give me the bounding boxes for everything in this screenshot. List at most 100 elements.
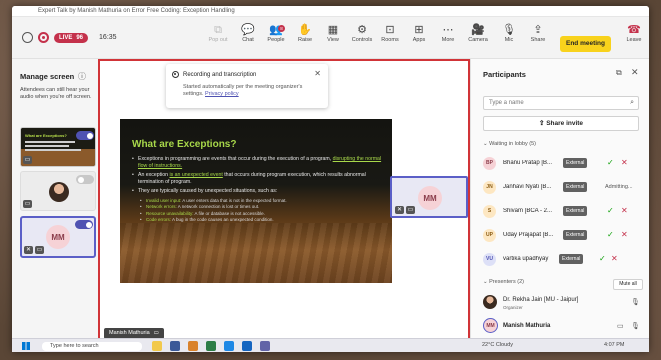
participant-search-input[interactable]: Type a name ⌕ bbox=[483, 96, 639, 110]
presenter-avatar: MM bbox=[46, 225, 70, 249]
taskbar-clock[interactable]: 4:07 PM bbox=[604, 342, 624, 348]
mini-slide-line bbox=[25, 141, 75, 143]
rooms-icon: ⊡ bbox=[385, 24, 395, 36]
thumbnail-toggle-off[interactable] bbox=[76, 175, 94, 184]
slide-sub-text: A network connection is lost or times ou… bbox=[176, 204, 260, 209]
presenter-row[interactable]: Dr. Rekha Jain [MU - Jaipur] Organizer 🎙 bbox=[483, 294, 643, 314]
mic-off-icon[interactable]: 🎙 bbox=[631, 298, 640, 306]
presenter-thumbnail[interactable]: MM ✕ ▭ bbox=[20, 216, 96, 258]
mic-button[interactable]: 🎙 Mic bbox=[494, 23, 524, 55]
thumbnail-toggle-on[interactable] bbox=[76, 131, 94, 140]
app-icon[interactable] bbox=[206, 341, 216, 351]
toolbar-button-label: More bbox=[441, 37, 455, 43]
app-icon[interactable] bbox=[152, 341, 162, 351]
live-label: LIVE bbox=[59, 34, 73, 41]
end-meeting-button[interactable]: End meeting bbox=[560, 36, 611, 52]
raise-hand-icon: ✋ bbox=[298, 24, 312, 36]
slide-sub-text: A user enters data that is not in the ex… bbox=[181, 197, 287, 203]
taskbar-search-input[interactable]: Type here to search bbox=[42, 342, 142, 351]
lobby-row[interactable]: JN Janhavi Nyati [B... External Admitting..… bbox=[483, 179, 643, 197]
teams-app-icon[interactable] bbox=[260, 341, 270, 351]
app-icon[interactable] bbox=[170, 341, 180, 351]
external-badge: External bbox=[563, 182, 588, 192]
manage-screen-panel: Manage screen ⓘ Attendees can still hear… bbox=[12, 59, 98, 345]
presenter-name: Dr. Rekha Jain [MU - Jaipur] bbox=[503, 297, 579, 303]
admit-icon[interactable]: ✓ bbox=[607, 230, 614, 239]
raise-button[interactable]: ✋ Raise bbox=[290, 23, 320, 55]
lobby-row[interactable]: UP Uday Prajapat [B... External ✓ ✕ bbox=[483, 227, 643, 245]
deny-icon[interactable]: ✕ bbox=[621, 230, 628, 239]
mute-all-button[interactable]: Mute all bbox=[613, 279, 643, 290]
deny-icon[interactable]: ✕ bbox=[621, 158, 628, 167]
admit-icon[interactable]: ✓ bbox=[607, 158, 614, 167]
screen-icon: ▭ bbox=[23, 156, 32, 164]
mic-off-icon: ✕ bbox=[24, 246, 33, 254]
slide-bullet: They are typically caused by unexpected … bbox=[132, 188, 384, 195]
view-button[interactable]: ▦ View bbox=[318, 23, 348, 55]
presenter-avatar: MM bbox=[483, 318, 498, 333]
mic-icon[interactable]: 🎙 bbox=[631, 322, 640, 330]
toolbar-button-label: Share bbox=[530, 37, 546, 43]
apps-button[interactable]: ⊞ Apps bbox=[404, 23, 434, 55]
info-icon[interactable]: ⓘ bbox=[78, 71, 86, 82]
weather-widget[interactable]: 22°C Cloudy bbox=[482, 342, 513, 348]
slide-bullet: Exceptions in programming are events tha… bbox=[132, 156, 384, 169]
close-icon[interactable]: ✕ bbox=[631, 67, 639, 78]
notification-title: Recording and transcription bbox=[183, 72, 257, 78]
more-button[interactable]: ⋯ More bbox=[433, 23, 463, 55]
deny-icon[interactable]: ✕ bbox=[611, 254, 618, 263]
presenter-name: Manish Mathuria bbox=[503, 323, 551, 329]
presenter-role: Organizer bbox=[503, 305, 523, 310]
people-button[interactable]: 👥 People 8 bbox=[261, 23, 291, 55]
shield-icon[interactable] bbox=[22, 32, 33, 43]
leave-button[interactable]: ☎ Leave bbox=[620, 23, 648, 55]
rooms-button[interactable]: ⊡ Rooms bbox=[375, 23, 405, 55]
lobby-row[interactable]: BP Bhanu Pratap [B... External ✓ ✕ bbox=[483, 155, 643, 173]
deny-icon[interactable]: ✕ bbox=[621, 206, 628, 215]
privacy-policy-link[interactable]: Privacy policy bbox=[205, 91, 239, 97]
lobby-row[interactable]: VU vartika upadhyay External ✓ ✕ bbox=[483, 251, 643, 269]
recording-icon[interactable] bbox=[38, 32, 49, 43]
participant-avatar: BP bbox=[483, 157, 496, 170]
screen-share-thumbnail[interactable]: What are Exceptions? ▭ bbox=[20, 127, 96, 167]
video-icon: ▭ bbox=[23, 200, 32, 208]
presenter-video-tile[interactable]: MM ✕ ▭ bbox=[390, 176, 468, 218]
camera-icon: 🎥 bbox=[471, 24, 485, 36]
teams-meeting-window: Expert Talk by Manish Mathuria on Error … bbox=[12, 6, 649, 352]
notification-badge: 8 bbox=[278, 25, 285, 32]
camera-button[interactable]: 🎥 Camera bbox=[463, 23, 493, 55]
toolbar-button-label: Controls bbox=[351, 37, 373, 43]
thumbnail-toggle-on[interactable] bbox=[75, 220, 93, 229]
slide-bullet-text: Exceptions in programming are events tha… bbox=[138, 156, 333, 162]
windows-start-icon[interactable] bbox=[22, 342, 30, 350]
slide-bullets: Exceptions in programming are events tha… bbox=[132, 156, 384, 224]
mic-off-icon: ✕ bbox=[395, 206, 404, 214]
toolbar-button-label: Pop out bbox=[208, 37, 228, 43]
external-badge: External bbox=[559, 254, 584, 264]
more-icon: ⋯ bbox=[442, 24, 454, 36]
presenters-section-header[interactable]: ⌄ Presenters (2) bbox=[483, 279, 524, 285]
presenter-row[interactable]: MM Manish Mathuria ▭ 🎙 bbox=[483, 318, 643, 338]
participant-avatar: UP bbox=[483, 229, 496, 242]
share-button[interactable]: ⇪ Share bbox=[523, 23, 553, 55]
pop-out-button[interactable]: ⧉ Pop out bbox=[203, 23, 233, 55]
live-badge[interactable]: LIVE 96 bbox=[54, 32, 89, 43]
slide-highlight: Code errors: bbox=[146, 217, 172, 222]
share-invite-button[interactable]: ⇪ Share invite bbox=[483, 116, 639, 131]
app-icon[interactable] bbox=[224, 341, 234, 351]
mic-off-icon: 🎙 bbox=[502, 24, 516, 36]
admit-icon[interactable]: ✓ bbox=[607, 206, 614, 215]
admit-icon[interactable]: ✓ bbox=[599, 254, 606, 263]
toolbar-button-label: Mic bbox=[504, 37, 514, 43]
pop-out-icon[interactable]: ⧉ bbox=[616, 68, 622, 78]
lobby-header-label: Waiting in lobby (5) bbox=[489, 141, 537, 147]
lobby-section-header[interactable]: ⌄ Waiting in lobby (5) bbox=[483, 141, 536, 147]
lobby-row[interactable]: S Shivam [BCA - 2... External ✓ ✕ bbox=[483, 203, 643, 221]
camera-thumbnail[interactable]: ▭ bbox=[20, 171, 96, 211]
app-icon[interactable] bbox=[242, 341, 252, 351]
close-icon[interactable]: ✕ bbox=[314, 69, 321, 78]
chat-button[interactable]: 💬 Chat bbox=[233, 23, 263, 55]
participant-name: Shivam [BCA - 2... bbox=[503, 208, 553, 214]
app-icon[interactable] bbox=[188, 341, 198, 351]
controls-button[interactable]: ⚙ Controls bbox=[347, 23, 377, 55]
